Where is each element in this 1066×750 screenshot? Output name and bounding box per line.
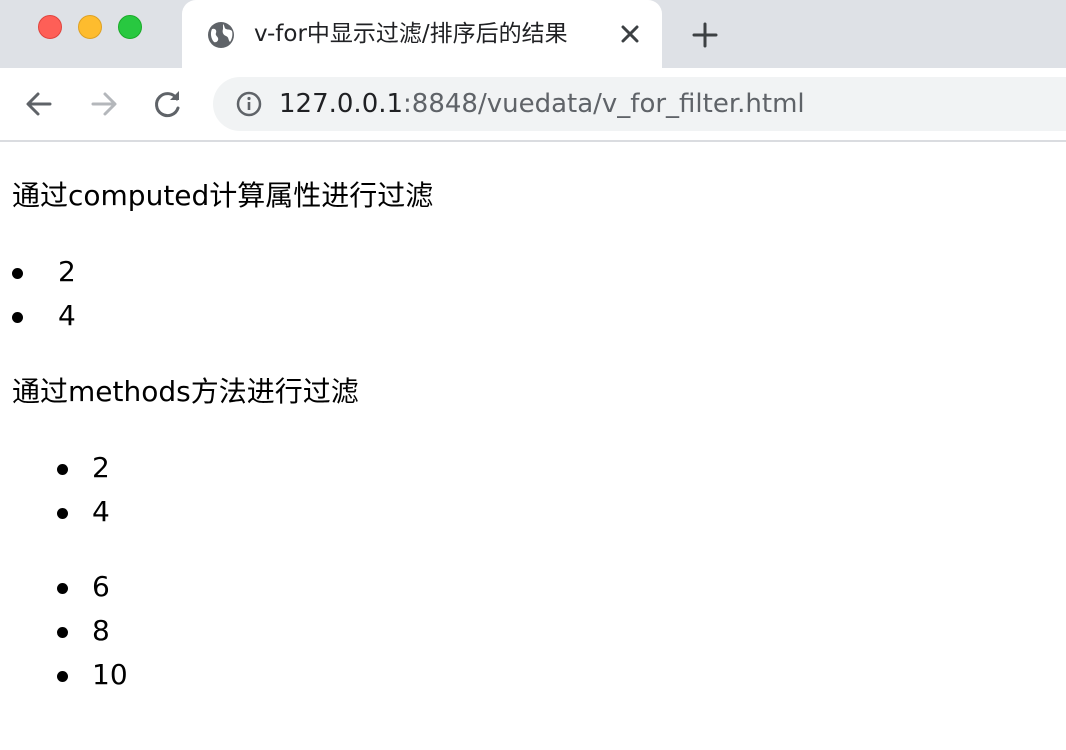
browser-titlebar: v-for中显示过滤/排序后的结果 [0, 0, 1066, 68]
maximize-window-button[interactable] [118, 15, 142, 39]
list-bullet [57, 627, 68, 638]
arrow-left-icon[interactable] [21, 86, 57, 122]
list-item: 8 [92, 614, 110, 647]
url-host: 127.0.0.1 [279, 89, 404, 119]
list-item: 6 [92, 570, 110, 603]
list-bullet [57, 671, 68, 682]
close-window-button[interactable] [38, 15, 62, 39]
browser-tab[interactable]: v-for中显示过滤/排序后的结果 [182, 0, 662, 68]
arrow-right-icon[interactable] [86, 86, 122, 122]
list-bullet [57, 508, 68, 519]
list-item: 2 [92, 451, 110, 484]
minimize-window-button[interactable] [78, 15, 102, 39]
list-bullet [57, 464, 68, 475]
url-path: :8848/vuedata/v_for_filter.html [403, 89, 805, 119]
list-bullet [57, 583, 68, 594]
list-item: 4 [92, 495, 110, 528]
page-content: 通过computed计算属性进行过滤 2 4 通过methods方法进行过滤 2… [0, 142, 1066, 750]
list-bullet [12, 312, 23, 323]
reload-icon[interactable] [150, 86, 186, 122]
list-item: 2 [58, 255, 76, 288]
list-item: 10 [92, 658, 128, 691]
address-bar[interactable]: 127.0.0.1:8848/vuedata/v_for_filter.html [213, 77, 1066, 131]
browser-toolbar: 127.0.0.1:8848/vuedata/v_for_filter.html [0, 68, 1066, 142]
list-bullet [12, 268, 23, 279]
url-text[interactable]: 127.0.0.1:8848/vuedata/v_for_filter.html [279, 87, 805, 121]
tab-title: v-for中显示过滤/排序后的结果 [254, 21, 568, 47]
close-icon[interactable] [616, 20, 644, 48]
plus-icon[interactable] [690, 20, 720, 50]
computed-filter-heading: 通过computed计算属性进行过滤 [12, 179, 434, 212]
methods-filter-heading: 通过methods方法进行过滤 [12, 375, 359, 408]
globe-icon [208, 22, 234, 48]
info-icon[interactable] [235, 90, 263, 118]
list-item: 4 [58, 299, 76, 332]
